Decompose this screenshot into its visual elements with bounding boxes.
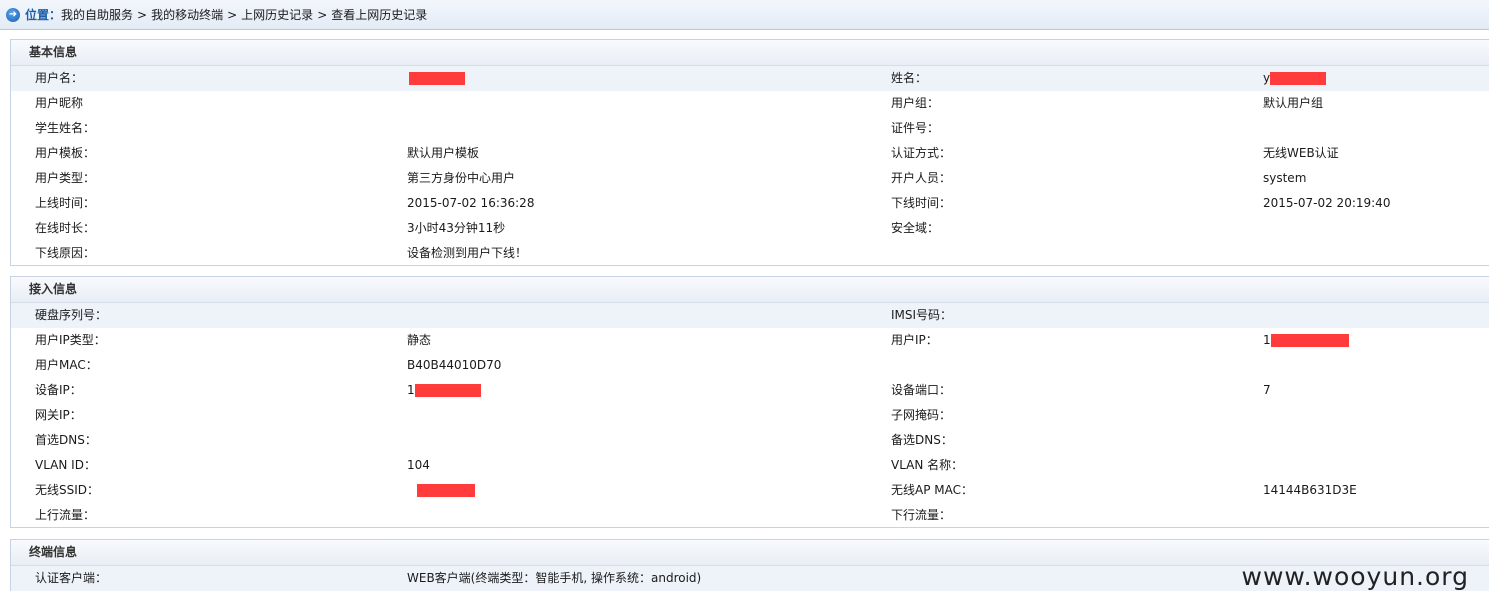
name-value: y xyxy=(1263,66,1327,91)
info-row: 下线原因： 设备检测到用户下线！ xyxy=(11,241,1489,266)
field-label: IMSI号码： xyxy=(891,308,953,322)
field-value: B40B44010D70 xyxy=(407,358,502,372)
panel-title-basic: 基本信息 xyxy=(11,40,1489,66)
field-value: 静态 xyxy=(407,333,432,347)
info-row: 用户IP类型： 静态 用户IP： 1 xyxy=(11,328,1489,353)
device-ip-value: 1 xyxy=(407,378,481,403)
field-label: 用户MAC： xyxy=(35,358,98,372)
field-label: 认证方式： xyxy=(891,146,952,160)
info-row: 用户模板： 默认用户模板 认证方式： 无线WEB认证 xyxy=(11,141,1489,166)
field-value: 2015-07-02 16:36:28 xyxy=(407,196,535,210)
info-row: 在线时长： 3小时43分钟11秒 安全域： xyxy=(11,216,1489,241)
field-label: 用户类型： xyxy=(35,171,96,185)
ssid-value-redacted xyxy=(407,478,475,503)
panel-title-access: 接入信息 xyxy=(11,277,1489,303)
field-label: 用户组： xyxy=(891,96,940,110)
info-row: 硬盘序列号： IMSI号码： xyxy=(11,303,1489,328)
field-label: 子网掩码： xyxy=(891,408,952,422)
field-value: 第三方身份中心用户 xyxy=(407,171,516,185)
field-label: 上线时间： xyxy=(35,196,96,210)
breadcrumb-item-self-service[interactable]: 我的自助服务 xyxy=(61,6,133,23)
field-label: 网关IP： xyxy=(35,408,82,422)
field-label: 开户人员： xyxy=(891,171,952,185)
field-label: VLAN ID： xyxy=(35,458,96,472)
info-row: 用户MAC： B40B44010D70 xyxy=(11,353,1489,378)
field-value: 104 xyxy=(407,458,430,472)
field-label: 首选DNS： xyxy=(35,433,97,447)
field-label: 硬盘序列号： xyxy=(35,308,108,322)
info-row: 用户名： 姓名： y xyxy=(11,66,1489,91)
field-value: 3小时43分钟11秒 xyxy=(407,221,506,235)
arrow-circle-icon: ➜ xyxy=(6,7,20,22)
field-value: 默认用户模板 xyxy=(407,146,480,160)
field-label: 证件号： xyxy=(891,121,940,135)
field-label: 用户名： xyxy=(35,71,84,85)
info-row: 无线SSID： 无线AP MAC： 14144B631D3E xyxy=(11,478,1489,503)
field-label: 用户模板： xyxy=(35,146,96,160)
watermark: www.wooyun.org xyxy=(1241,562,1469,591)
info-row: VLAN ID： 104 VLAN 名称： xyxy=(11,453,1489,478)
field-value: 14144B631D3E xyxy=(1263,483,1357,497)
field-label: 用户IP： xyxy=(891,333,938,347)
breadcrumb-separator: > xyxy=(227,7,238,22)
info-row: 设备IP： 1 设备端口： 7 xyxy=(11,378,1489,403)
field-label: 下线时间： xyxy=(891,196,952,210)
field-value: 设备检测到用户下线！ xyxy=(407,246,528,260)
field-value: WEB客户端(终端类型：智能手机, 操作系统：android) xyxy=(407,571,702,585)
info-row: 上线时间： 2015-07-02 16:36:28 下线时间： 2015-07-… xyxy=(11,191,1489,216)
info-row: 用户昵称 用户组： 默认用户组 xyxy=(11,91,1489,116)
field-value: system xyxy=(1263,171,1307,185)
field-label: 用户昵称 xyxy=(35,96,84,110)
field-label: 认证客户端： xyxy=(35,571,108,585)
field-value: 无线WEB认证 xyxy=(1263,146,1339,160)
location-bar: ➜ 位置： 我的自助服务 > 我的移动终端 > 上网历史记录 > 查看上网历史记… xyxy=(0,0,1489,30)
info-row: 用户类型： 第三方身份中心用户 开户人员： system xyxy=(11,166,1489,191)
field-label: 备选DNS： xyxy=(891,433,953,447)
field-value: 7 xyxy=(1263,383,1271,397)
field-label: 用户IP类型： xyxy=(35,333,106,347)
info-row: 上行流量： 下行流量： xyxy=(11,503,1489,528)
field-value: 2015-07-02 20:19:40 xyxy=(1263,196,1391,210)
username-value-redacted xyxy=(407,66,465,91)
info-row: 首选DNS： 备选DNS： xyxy=(11,428,1489,453)
breadcrumb-item-mobile-terminal[interactable]: 我的移动终端 xyxy=(151,6,223,23)
basic-info-panel: 基本信息 用户名： 姓名： y 用户昵称 用户组： 默认用户组 学生姓名： 证件… xyxy=(10,39,1489,266)
field-label: 无线AP MAC： xyxy=(891,483,973,497)
field-label: 上行流量： xyxy=(35,508,96,522)
field-label: 在线时长： xyxy=(35,221,96,235)
field-label: 设备端口： xyxy=(891,383,952,397)
location-label: 位置： xyxy=(25,8,62,22)
breadcrumb-item-view-history: 查看上网历史记录 xyxy=(331,8,428,22)
field-label: 无线SSID： xyxy=(35,483,100,497)
access-info-panel: 接入信息 硬盘序列号： IMSI号码： 用户IP类型： 静态 用户IP： 1 用… xyxy=(10,276,1489,528)
field-label: 下行流量： xyxy=(891,508,952,522)
field-value: 默认用户组 xyxy=(1263,96,1324,110)
info-row: 网关IP： 子网掩码： xyxy=(11,403,1489,428)
field-label: 下线原因： xyxy=(35,246,96,260)
breadcrumb-item-history[interactable]: 上网历史记录 xyxy=(241,6,313,23)
breadcrumb-separator: > xyxy=(317,7,328,22)
field-label: VLAN 名称： xyxy=(891,458,964,472)
field-label: 设备IP： xyxy=(35,383,82,397)
breadcrumb-separator: > xyxy=(137,7,148,22)
field-label: 学生姓名： xyxy=(35,121,96,135)
field-label: 姓名： xyxy=(891,71,928,85)
info-row: 学生姓名： 证件号： xyxy=(11,116,1489,141)
field-label: 安全域： xyxy=(891,221,940,235)
user-ip-value: 1 xyxy=(1263,328,1349,353)
